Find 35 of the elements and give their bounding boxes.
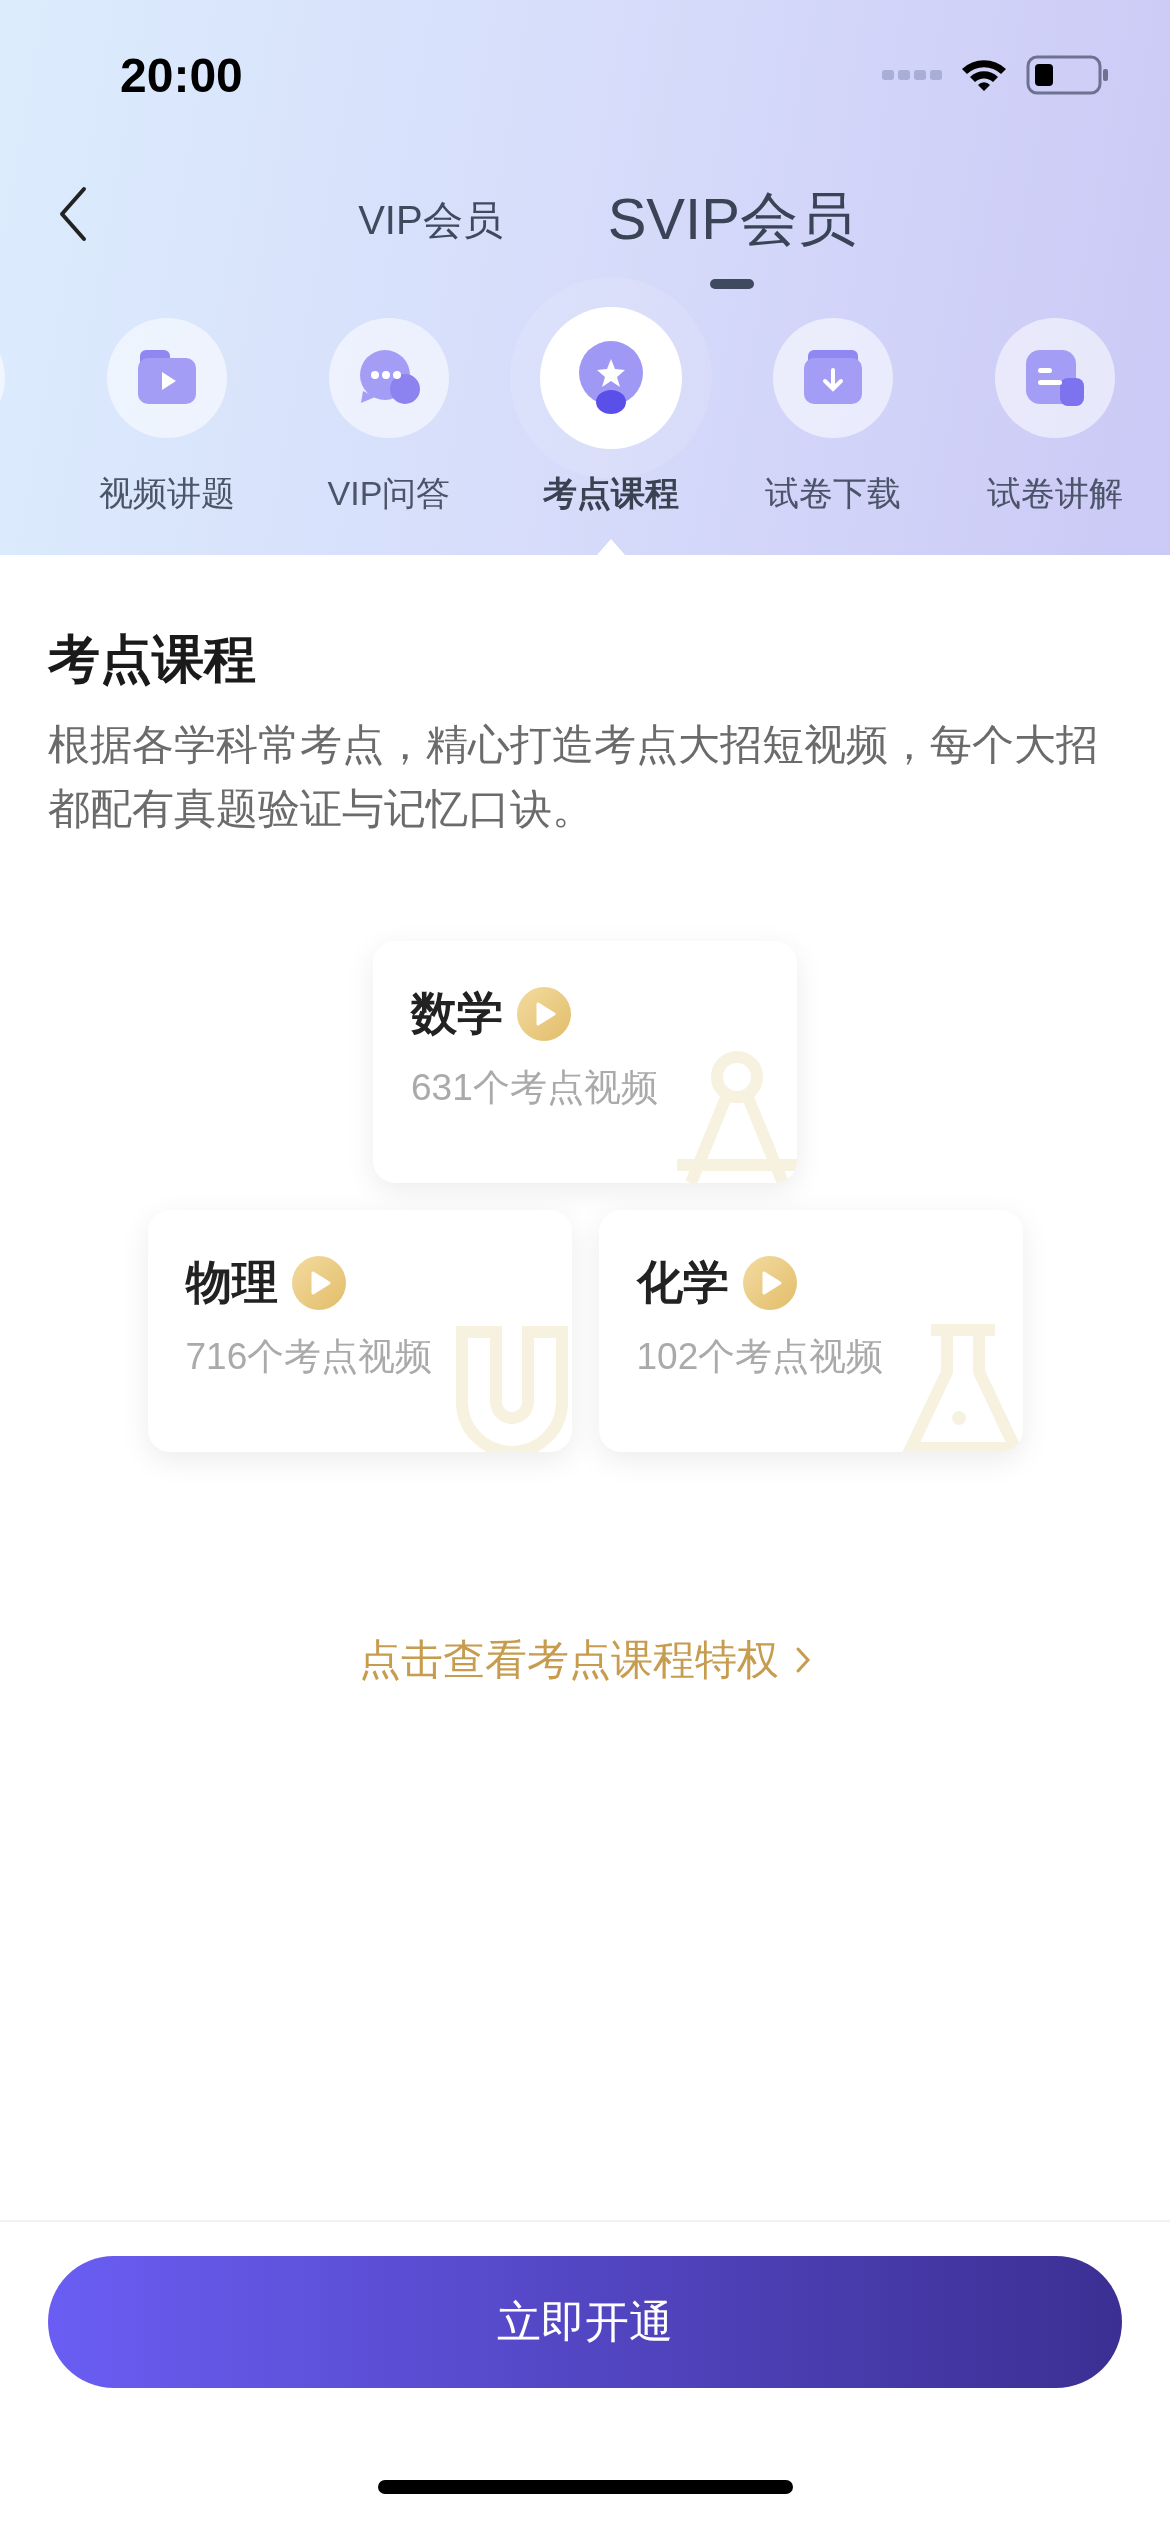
selection-pointer — [597, 539, 625, 555]
play-icon — [291, 1256, 346, 1310]
star-badge-icon — [576, 340, 646, 416]
membership-tab[interactable]: SVIP会员 — [607, 181, 856, 259]
chevron-right-icon — [795, 1646, 811, 1674]
chat-bubble-icon — [357, 349, 421, 407]
battery-icon — [1026, 55, 1110, 95]
subject-name: 化学 — [636, 1255, 729, 1310]
subject-card[interactable]: 数学 631个考点视频 — [373, 941, 797, 1183]
subject-card[interactable]: 物理 716个考点视频 — [147, 1210, 572, 1452]
feature-label: 视频讲题 — [99, 473, 235, 514]
video-folder-icon — [136, 350, 198, 406]
document-icon — [1024, 348, 1086, 408]
subject-name: 物理 — [185, 1255, 278, 1310]
play-icon — [517, 987, 571, 1041]
feature-label: 考点课程 — [543, 473, 679, 514]
feature-label: 试卷下载 — [765, 473, 901, 514]
section-title: 考点课程 — [48, 629, 257, 690]
feature-label: 试卷讲解 — [987, 473, 1123, 514]
subject-name: 数学 — [411, 986, 503, 1041]
tab-indicator — [709, 279, 754, 289]
feature-label: VIP问答 — [327, 473, 451, 514]
video-count: 631个考点视频 — [411, 1066, 659, 1110]
play-icon — [742, 1256, 797, 1310]
status-time: 20:00 — [120, 47, 243, 103]
membership-tab[interactable]: VIP会员 — [358, 192, 503, 248]
download-box-icon — [802, 350, 864, 406]
section-description: 根据各学科常考点，精心打造考点大招短视频，每个大招都配有真题验证与记忆口诀。 — [48, 720, 1099, 834]
wifi-icon — [960, 57, 1008, 93]
video-count: 102个考点视频 — [636, 1335, 885, 1379]
video-count: 716个考点视频 — [185, 1335, 434, 1379]
subject-card[interactable]: 化学 102个考点视频 — [598, 1210, 1023, 1452]
activate-button[interactable]: 立即开通 — [48, 2256, 1122, 2388]
back-icon[interactable] — [58, 186, 88, 242]
signal-icon — [882, 68, 942, 82]
